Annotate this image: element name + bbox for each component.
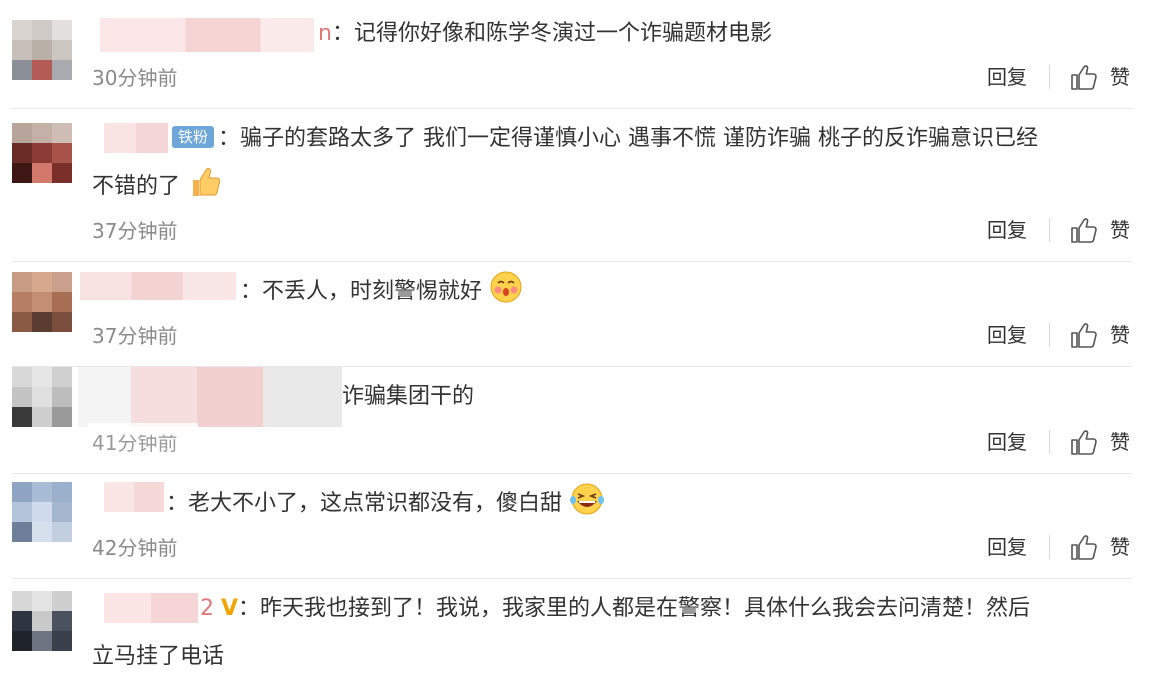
like-label: 赞 — [1110, 430, 1130, 454]
avatar[interactable] — [12, 482, 72, 554]
comment-time: 37分钟前 — [92, 219, 178, 243]
reply-button[interactable]: 回复 — [987, 320, 1027, 350]
comment-actions: 回复 赞 — [987, 532, 1130, 562]
comment-text: ：不丢人，时刻警惕就好 — [240, 270, 1116, 314]
username-mosaic[interactable] — [104, 482, 164, 512]
comment-time: 42分钟前 — [92, 536, 178, 560]
comment-time: 37分钟前 — [92, 324, 178, 348]
reply-button[interactable]: 回复 — [987, 532, 1027, 562]
thumbs-up-outline-icon — [1070, 321, 1098, 349]
comment-item: 诈骗集团干的 41分钟前 回复 赞 — [0, 367, 1152, 474]
like-label: 赞 — [1110, 323, 1130, 347]
fan-badge[interactable]: 铁粉 — [172, 126, 215, 148]
like-button[interactable]: 赞 — [1070, 62, 1130, 92]
comment-actions: 回复 赞 — [987, 427, 1130, 457]
comment-item: 铁粉 ：骗子的套路太多了 我们一定得谨慎小心 遇事不慌 谨防诈骗 桃子的反诈骗意识… — [0, 109, 1152, 262]
like-label: 赞 — [1110, 65, 1130, 89]
comment-text: n：记得你好像和陈学冬演过一个诈骗题材电影 — [318, 21, 772, 46]
comment-text: 2 V：昨天我也接到了！我说，我家里的人都是在警察！具体什么我会去问清楚！然后 — [200, 596, 1031, 621]
comment-item: ：老大不小了，这点常识都没有，傻白甜 42分钟前 回复 赞 — [0, 474, 1152, 579]
avatar[interactable] — [12, 367, 72, 447]
comment-actions: 回复 赞 — [987, 215, 1130, 245]
comment-text-line2: 立马挂了电话 — [92, 644, 225, 669]
avatar[interactable] — [12, 20, 72, 80]
comment-text: 铁粉 ：骗子的套路太多了 我们一定得谨慎小心 遇事不慌 谨防诈骗 桃子的反诈骗意识… — [172, 117, 1116, 161]
comment-text-line2: 不错的了 — [92, 165, 221, 209]
comment-actions: 回复 赞 — [987, 320, 1130, 350]
comment-text: ：老大不小了，这点常识都没有，傻白甜 — [166, 482, 1116, 526]
avatar[interactable] — [12, 272, 72, 342]
comment-actions: 回复 赞 — [987, 62, 1130, 92]
thumbs-up-outline-icon — [1070, 533, 1098, 561]
username-mosaic[interactable] — [78, 367, 342, 427]
username-mosaic[interactable] — [80, 272, 236, 300]
thumbs-up-emoji — [193, 168, 221, 196]
username-fragment[interactable]: 2 — [200, 596, 214, 621]
username-mosaic[interactable] — [104, 593, 198, 623]
reply-button[interactable]: 回复 — [987, 427, 1027, 457]
like-label: 赞 — [1110, 218, 1130, 242]
divider — [1049, 323, 1050, 347]
avatar[interactable] — [12, 123, 72, 189]
divider — [1049, 430, 1050, 454]
thumbs-up-outline-icon — [1070, 63, 1098, 91]
like-button[interactable]: 赞 — [1070, 532, 1130, 562]
like-button[interactable]: 赞 — [1070, 215, 1130, 245]
like-button[interactable]: 赞 — [1070, 427, 1130, 457]
blushing-face-emoji — [490, 271, 522, 303]
comment-item: n：记得你好像和陈学冬演过一个诈骗题材电影 30分钟前 回复 赞 — [0, 0, 1152, 109]
divider — [1049, 535, 1050, 559]
avatar[interactable] — [12, 591, 72, 663]
divider — [1049, 65, 1050, 89]
reply-button[interactable]: 回复 — [987, 215, 1027, 245]
like-label: 赞 — [1110, 535, 1130, 559]
divider — [1049, 218, 1050, 242]
username-fragment[interactable]: n — [318, 21, 332, 46]
vip-icon: V — [221, 596, 239, 621]
username-mosaic[interactable] — [104, 123, 168, 153]
thumbs-up-outline-icon — [1070, 428, 1098, 456]
comment-text: 诈骗集团干的 — [342, 384, 475, 409]
username-mosaic[interactable] — [100, 18, 314, 52]
thumbs-up-outline-icon — [1070, 216, 1098, 244]
reply-button[interactable]: 回复 — [987, 62, 1027, 92]
time-mosaic — [88, 423, 198, 435]
comment-time: 30分钟前 — [92, 66, 178, 90]
comment-item: 2 V：昨天我也接到了！我说，我家里的人都是在警察！具体什么我会去问清楚！然后 … — [0, 579, 1152, 669]
comment-item: ：不丢人，时刻警惕就好 37分钟前 回复 赞 — [0, 262, 1152, 367]
laughing-tears-emoji — [570, 483, 605, 515]
like-button[interactable]: 赞 — [1070, 320, 1130, 350]
